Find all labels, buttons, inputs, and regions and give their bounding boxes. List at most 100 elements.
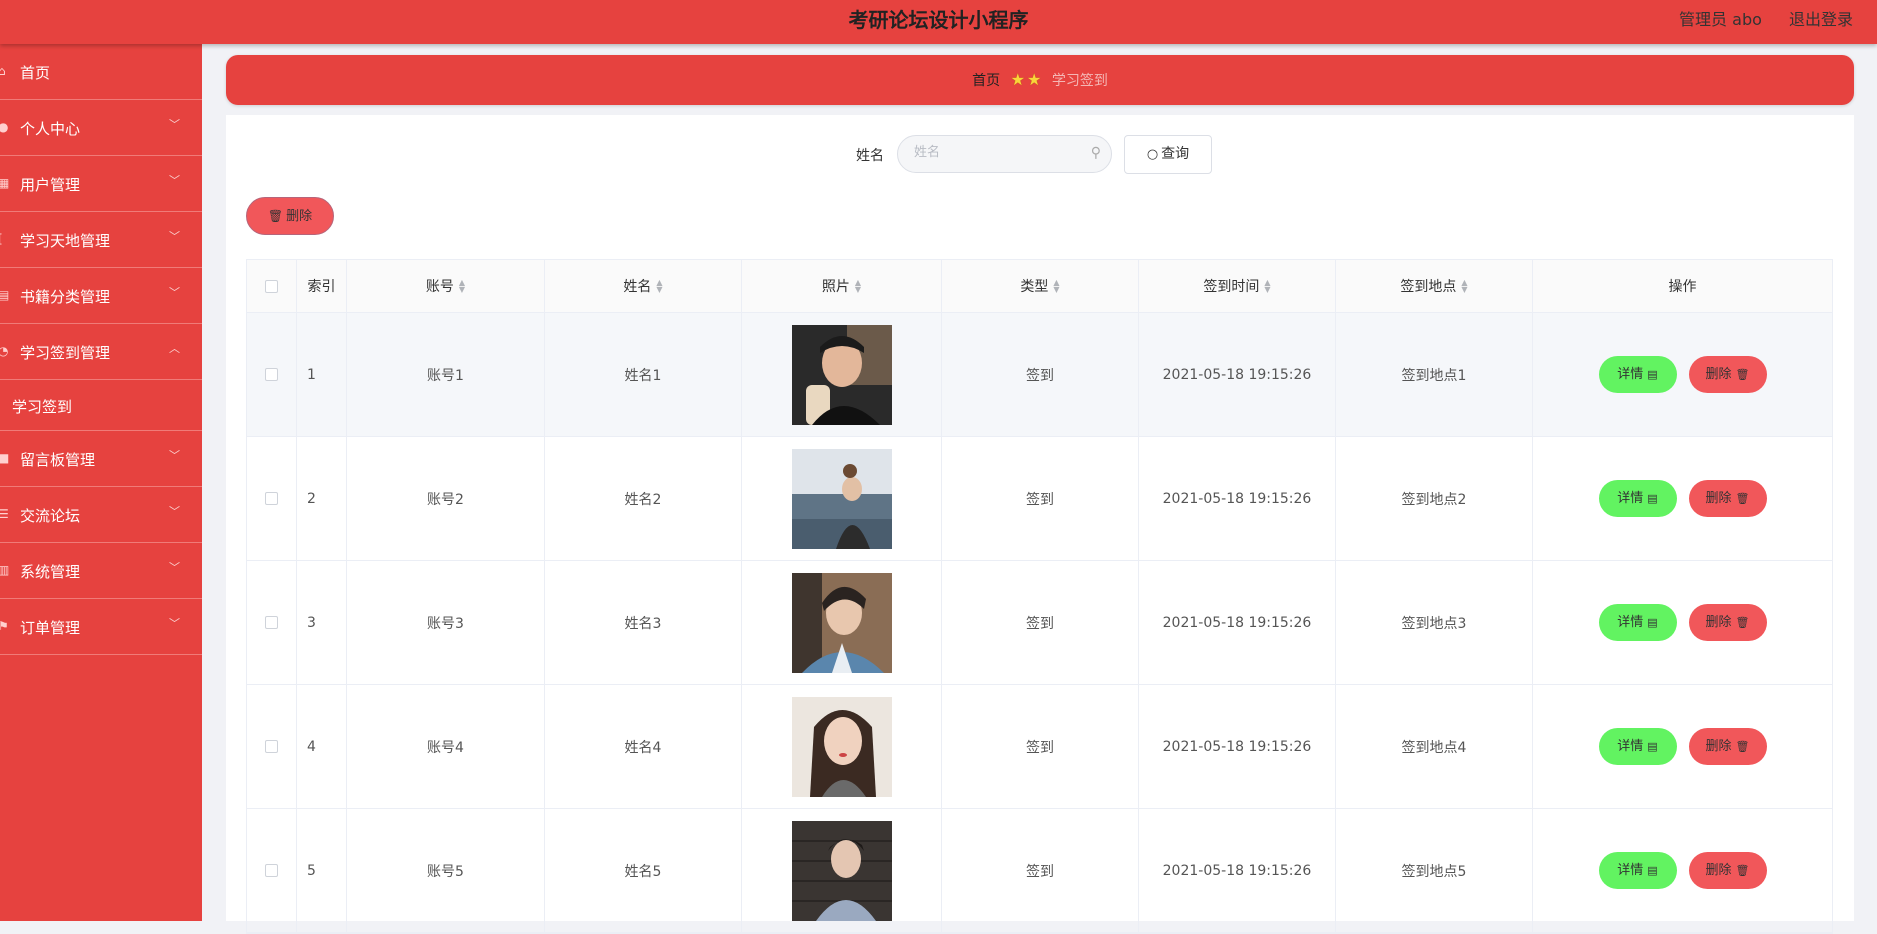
user-photo[interactable] — [791, 696, 892, 797]
flag-icon: ⚑ — [0, 619, 9, 633]
sidebar-item-message-board[interactable]: ■ 留言板管理 ﹀ — [0, 431, 202, 487]
actions-cell: 详情 ▤ 删除 🗑 — [1533, 561, 1832, 684]
sidebar-item-label: 书籍分类管理 — [20, 288, 111, 306]
photo-cell — [742, 809, 942, 932]
index-cell: 4 — [297, 685, 347, 808]
index-cell: 5 — [297, 809, 347, 932]
sidebar-item-book-category[interactable]: ▤ 书籍分类管理 ﹀ — [0, 268, 202, 324]
column-header-label: 类型 — [1020, 279, 1049, 295]
header-select-cell — [247, 260, 297, 312]
place-cell: 签到地点5 — [1336, 809, 1533, 932]
sidebar-subitem-checkin[interactable]: 学习签到 — [0, 380, 202, 431]
detail-button-label: 详情 — [1617, 367, 1644, 382]
table-row[interactable]: 3 账号3 姓名3 签到 2021-05-18 19:15:26 签到地点3 详… — [247, 561, 1832, 685]
sidebar-item-label: 系统管理 — [20, 563, 81, 581]
chevron-down-icon: ﹀ — [169, 174, 180, 187]
detail-button[interactable]: 详情 ▤ — [1598, 604, 1677, 641]
sort-icon[interactable]: ▲ ▼ — [855, 279, 861, 294]
column-header-place[interactable]: 签到地点 ▲ ▼ — [1336, 260, 1533, 312]
sidebar-item-label: 订单管理 — [20, 619, 81, 637]
breadcrumb-home[interactable]: 首页 — [972, 73, 1000, 89]
sidebar-subitem-label: 学习签到 — [12, 398, 73, 416]
name-cell: 姓名1 — [545, 313, 742, 436]
detail-button[interactable]: 详情 ▤ — [1598, 356, 1677, 393]
document-icon: ▤ — [1647, 740, 1658, 753]
sort-icon[interactable]: ▲ ▼ — [656, 279, 662, 294]
row-checkbox[interactable] — [265, 368, 278, 381]
document-icon: ▤ — [1647, 616, 1658, 629]
sort-icon[interactable]: ▲ ▼ — [459, 279, 465, 294]
sidebar-item-study-world[interactable]: [ 学习天地管理 ﹀ — [0, 212, 202, 268]
table-row[interactable]: 2 账号2 姓名2 签到 2021-05-18 19:15:26 签到地点2 详… — [247, 437, 1832, 561]
query-button[interactable]: ○ 查询 — [1124, 135, 1212, 174]
sort-icon[interactable]: ▲ ▼ — [1461, 279, 1467, 294]
photo-cell — [742, 685, 942, 808]
row-checkbox[interactable] — [265, 492, 278, 505]
detail-button[interactable]: 详情 ▤ — [1598, 852, 1677, 889]
logout-link[interactable]: 退出登录 — [1789, 10, 1853, 29]
table-row[interactable]: 5 账号5 姓名5 签到 2021-05-18 19:15:26 签到地点5 详… — [247, 809, 1832, 933]
delete-button[interactable]: 删除 🗑 — [1688, 480, 1767, 517]
delete-button[interactable]: 删除 🗑 — [1688, 728, 1767, 765]
chevron-down-icon: ﹀ — [169, 118, 180, 131]
delete-button[interactable]: 删除 🗑 — [1688, 852, 1767, 889]
user-icon: ● — [0, 120, 9, 134]
search-input[interactable] — [912, 144, 1086, 161]
document-icon: ▤ — [1647, 864, 1658, 877]
account-cell: 账号5 — [347, 809, 545, 932]
user-photo[interactable] — [791, 820, 892, 921]
sidebar-item-system[interactable]: ▥ 系统管理 ﹀ — [0, 543, 202, 599]
row-checkbox[interactable] — [265, 740, 278, 753]
column-header-label: 签到时间 — [1203, 279, 1260, 295]
column-header-label: 姓名 — [623, 279, 652, 295]
sidebar-item-user-management[interactable]: ▦ 用户管理 ﹀ — [0, 156, 202, 212]
column-header-name[interactable]: 姓名 ▲ ▼ — [545, 260, 742, 312]
user-photo[interactable] — [791, 324, 892, 425]
admin-user-label[interactable]: 管理员 abo — [1679, 10, 1762, 29]
column-header-time[interactable]: 签到时间 ▲ ▼ — [1139, 260, 1336, 312]
sidebar-item-checkin-management[interactable]: ◔ 学习签到管理 ︿ — [0, 324, 202, 380]
row-checkbox[interactable] — [265, 616, 278, 629]
query-button-label: 查询 — [1161, 146, 1190, 162]
batch-delete-button[interactable]: 🗑 删除 — [246, 197, 334, 235]
actions-cell: 详情 ▤ 删除 🗑 — [1533, 685, 1832, 808]
delete-button-label: 删除 — [1705, 367, 1732, 382]
delete-button[interactable]: 删除 🗑 — [1688, 356, 1767, 393]
search-field[interactable]: ⚲ — [897, 135, 1112, 173]
type-cell: 签到 — [942, 313, 1139, 436]
detail-button[interactable]: 详情 ▤ — [1598, 728, 1677, 765]
sort-icon[interactable]: ▲ ▼ — [1264, 279, 1270, 294]
column-header-account[interactable]: 账号 ▲ ▼ — [347, 260, 545, 312]
detail-button[interactable]: 详情 ▤ — [1598, 480, 1677, 517]
column-header-index: 索引 — [297, 260, 347, 312]
type-cell: 签到 — [942, 437, 1139, 560]
sort-icon[interactable]: ▲ ▼ — [1053, 279, 1059, 294]
column-header-photo[interactable]: 照片 ▲ ▼ — [742, 260, 942, 312]
table-row[interactable]: 4 账号4 姓名4 签到 2021-05-18 19:15:26 签到地点4 详… — [247, 685, 1832, 809]
search-label: 姓名 — [856, 148, 884, 164]
trash-icon: 🗑 — [1735, 616, 1750, 629]
table-row[interactable]: 1 账号1 姓名1 签到 2021-05-18 19:15:26 签到地点1 详… — [247, 313, 1832, 437]
time-cell: 2021-05-18 19:15:26 — [1139, 561, 1336, 684]
message-icon: ■ — [0, 451, 10, 465]
sidebar-item-orders[interactable]: ⚑ 订单管理 ﹀ — [0, 599, 202, 655]
select-cell — [247, 685, 297, 808]
user-photo[interactable] — [791, 572, 892, 673]
detail-button-label: 详情 — [1617, 615, 1644, 630]
sidebar-item-label: 留言板管理 — [20, 451, 96, 469]
row-checkbox[interactable] — [265, 864, 278, 877]
sidebar-item-personal-center[interactable]: ● 个人中心 ﹀ — [0, 100, 202, 156]
sidebar-item-label: 用户管理 — [20, 176, 81, 194]
top-right-menu: 管理员 abo 退出登录 — [1657, 6, 1853, 30]
table-header: 索引 账号 ▲ ▼ 姓名 ▲ ▼ 照片 ▲ ▼ 类型 ▲ ▼ 签到时间 ▲ ▼ 签到地点 ▲ ▼ 操作 — [247, 260, 1832, 313]
account-cell: 账号3 — [347, 561, 545, 684]
select-cell — [247, 437, 297, 560]
user-photo[interactable] — [791, 448, 892, 549]
sidebar-item-forum[interactable]: ☰ 交流论坛 ﹀ — [0, 487, 202, 543]
detail-button-label: 详情 — [1617, 491, 1644, 506]
select-all-checkbox[interactable] — [265, 279, 278, 293]
sidebar-item-home[interactable]: ⌂ 首页 — [0, 44, 202, 100]
column-header-type[interactable]: 类型 ▲ ▼ — [942, 260, 1139, 312]
trash-icon: 🗑 — [1735, 368, 1750, 381]
delete-button[interactable]: 删除 🗑 — [1688, 604, 1767, 641]
